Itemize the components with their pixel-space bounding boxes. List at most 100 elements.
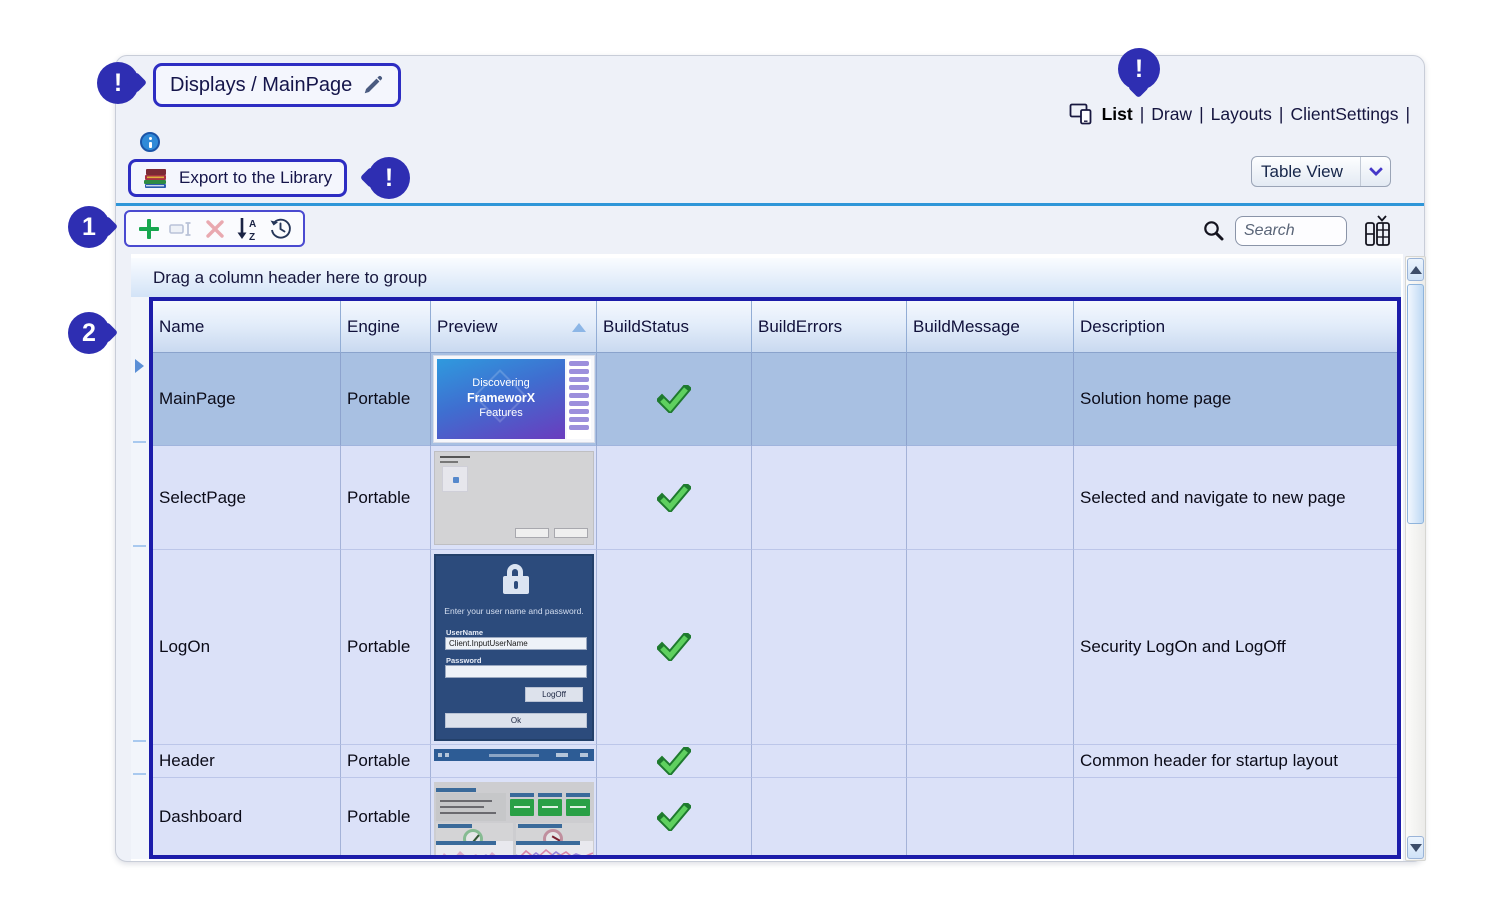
callout-badge-title: ! — [97, 62, 139, 104]
grid-area: Drag a column header here to group 2 Nam… — [131, 254, 1403, 861]
cell-description: Security LogOn and LogOff — [1074, 550, 1397, 745]
devices-icon — [1069, 103, 1093, 125]
cell-buildstatus — [597, 446, 752, 550]
column-header-buildmessage[interactable]: BuildMessage — [907, 301, 1074, 353]
table-row-dashboard[interactable]: Dashboard Portable — [153, 778, 1397, 856]
preview-image-selectpage — [434, 451, 594, 545]
delete-icon[interactable] — [202, 216, 228, 242]
cell-description: Selected and navigate to new page — [1074, 446, 1397, 550]
table-row-logon[interactable]: LogOn Portable Enter your user name and … — [153, 550, 1397, 745]
row-indicator-icon — [135, 359, 144, 373]
scroll-up-icon[interactable] — [1407, 258, 1424, 281]
svg-text:A: A — [249, 219, 256, 230]
cell-name: LogOn — [153, 550, 341, 745]
view-selector-value: Table View — [1252, 162, 1360, 182]
table-row-selectpage[interactable]: SelectPage Portable — [153, 446, 1397, 550]
cell-buildmessage — [907, 353, 1074, 446]
cell-preview — [431, 778, 597, 856]
cell-builderrors — [752, 353, 907, 446]
nav-item-list[interactable]: List — [1102, 104, 1133, 125]
rename-icon[interactable] — [169, 216, 195, 242]
cell-builderrors — [752, 550, 907, 745]
column-header-buildstatus[interactable]: BuildStatus — [597, 301, 752, 353]
preview-image-logon: Enter your user name and password. UserN… — [434, 554, 594, 741]
callout-badge-export: ! — [368, 157, 410, 199]
info-icon[interactable] — [140, 132, 160, 152]
view-mode-nav: List | Draw | Layouts | ClientSettings | — [1069, 101, 1410, 127]
page-title-button[interactable]: Displays / MainPage — [153, 63, 401, 107]
cell-builderrors — [752, 778, 907, 856]
displays-table: Name Engine Preview BuildStatus BuildErr… — [149, 297, 1401, 859]
column-header-builderrors[interactable]: BuildErrors — [752, 301, 907, 353]
screen: ! Displays / MainPage — [0, 0, 1505, 902]
scroll-down-icon[interactable] — [1407, 836, 1424, 859]
nav-item-clientsettings[interactable]: ClientSettings — [1290, 104, 1398, 125]
history-icon[interactable] — [268, 216, 294, 242]
group-by-drop-zone[interactable]: Drag a column header here to group — [131, 258, 1401, 297]
cell-engine: Portable — [341, 550, 431, 745]
nav-separator: | — [1279, 104, 1284, 125]
cell-buildstatus — [597, 778, 752, 856]
svg-text:Z: Z — [249, 232, 255, 242]
search-input[interactable] — [1235, 216, 1347, 246]
section-divider — [116, 203, 1424, 206]
nav-separator: | — [1405, 104, 1410, 125]
cell-builderrors — [752, 745, 907, 778]
cell-preview — [431, 446, 597, 550]
scrollbar-thumb[interactable] — [1407, 284, 1424, 524]
column-header-engine[interactable]: Engine — [341, 301, 431, 353]
cell-name: Dashboard — [153, 778, 341, 856]
export-button-label: Export to the Library — [179, 168, 332, 188]
nav-item-draw[interactable]: Draw — [1151, 104, 1192, 125]
callout-badge-grid: 2 — [68, 312, 110, 354]
build-success-icon — [657, 633, 691, 661]
pencil-icon[interactable] — [362, 74, 384, 96]
search-area — [1202, 214, 1392, 248]
callout-badge-toolbar: 1 — [68, 206, 110, 248]
cell-buildmessage — [907, 745, 1074, 778]
add-icon[interactable] — [136, 216, 162, 242]
cell-engine: Portable — [341, 745, 431, 778]
library-icon — [143, 166, 169, 190]
column-chooser-icon[interactable] — [1362, 214, 1392, 248]
sort-az-icon[interactable]: A Z — [235, 216, 261, 242]
callout-badge-nav: ! — [1118, 48, 1160, 90]
cell-preview: Discovering FrameworX Features — [431, 353, 597, 446]
group-hint-label: Drag a column header here to group — [153, 268, 427, 288]
column-header-preview[interactable]: Preview — [431, 301, 597, 353]
nav-item-layouts[interactable]: Layouts — [1211, 104, 1272, 125]
lock-icon — [503, 576, 529, 594]
dropdown-button[interactable] — [1360, 157, 1390, 186]
cell-buildmessage — [907, 550, 1074, 745]
row-selector-gutter[interactable] — [131, 297, 149, 859]
cell-builderrors — [752, 446, 907, 550]
cell-engine: Portable — [341, 778, 431, 856]
cell-name: MainPage — [153, 353, 341, 446]
table-row-mainpage[interactable]: MainPage Portable Discovering FrameworX … — [153, 353, 1397, 446]
displays-panel: ! Displays / MainPage — [115, 55, 1425, 862]
preview-image-header — [434, 749, 594, 761]
column-header-name[interactable]: Name — [153, 301, 341, 353]
view-selector-dropdown[interactable]: Table View — [1251, 156, 1391, 187]
build-success-icon — [657, 747, 691, 775]
nav-separator: | — [1199, 104, 1204, 125]
cell-buildmessage — [907, 778, 1074, 856]
table-header-row: Name Engine Preview BuildStatus BuildErr… — [153, 301, 1397, 353]
build-success-icon — [657, 484, 691, 512]
cell-preview: Enter your user name and password. UserN… — [431, 550, 597, 745]
table-row-header[interactable]: Header Portable C — [153, 745, 1397, 778]
export-to-library-button[interactable]: Export to the Library — [128, 159, 347, 197]
preview-image-dashboard — [434, 782, 594, 856]
cell-name: Header — [153, 745, 341, 778]
preview-image-mainpage: Discovering FrameworX Features — [434, 356, 594, 442]
nav-separator: | — [1140, 104, 1145, 125]
cell-engine: Portable — [341, 353, 431, 446]
column-header-description[interactable]: Description — [1074, 301, 1397, 353]
cell-preview — [431, 745, 597, 778]
cell-buildstatus — [597, 353, 752, 446]
cell-buildmessage — [907, 446, 1074, 550]
grid-toolbar: A Z — [124, 210, 305, 247]
cell-description: Solution home page — [1074, 353, 1397, 446]
vertical-scrollbar[interactable] — [1405, 256, 1426, 861]
sort-asc-icon — [572, 323, 586, 332]
